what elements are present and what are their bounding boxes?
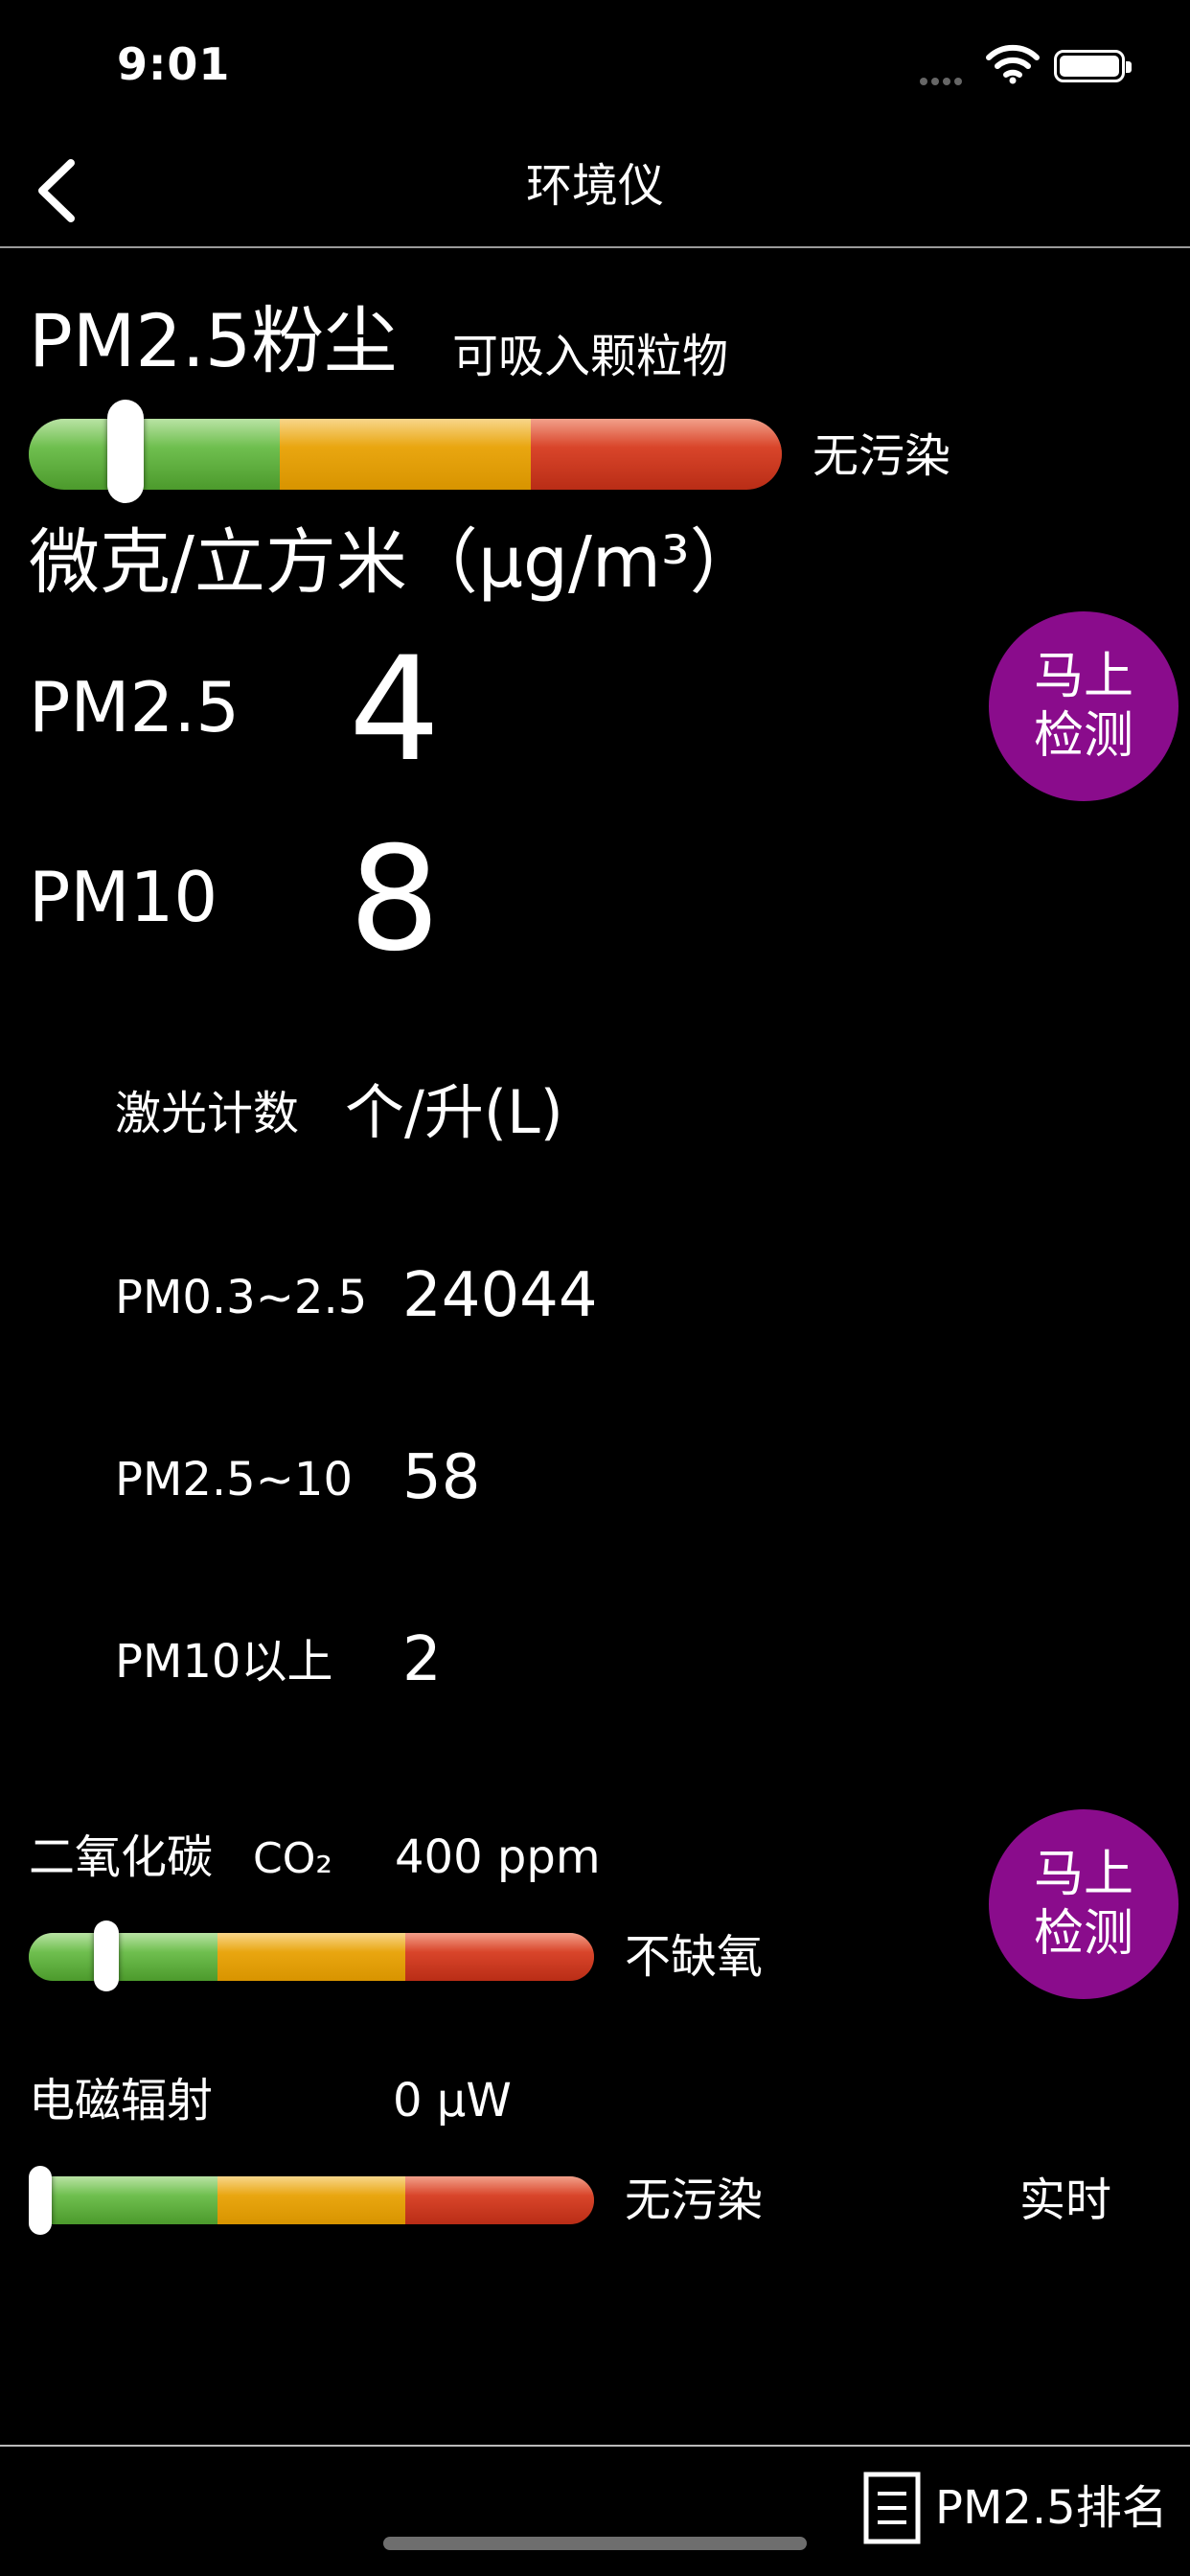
pm25-value: 4	[349, 627, 441, 794]
pm25-ranking-label: PM2.5排名	[935, 2481, 1168, 2535]
status-time: 9:01	[117, 38, 231, 90]
co2-title: 二氧化碳	[29, 1830, 214, 1884]
pm25-section-subtitle: 可吸入颗粒物	[452, 330, 729, 383]
cellular-signal-icon	[920, 71, 973, 85]
pm25-status: 无污染	[812, 429, 951, 483]
laser-count-label: 激光计数	[115, 1087, 300, 1140]
tab-bar-divider	[0, 2445, 1190, 2447]
pm25-section-title: PM2.5粉尘	[29, 298, 398, 383]
laser-count-unit: 个/升(L)	[345, 1077, 563, 1147]
page-title: 环境仪	[525, 159, 664, 213]
co2-gauge-thumb[interactable]	[93, 1920, 119, 1991]
laser-row-label: PM2.5~10	[115, 1453, 353, 1506]
home-indicator	[383, 2537, 807, 2550]
wifi-icon	[986, 44, 1040, 84]
laser-row-label: PM10以上	[115, 1635, 333, 1689]
co2-status: 不缺氧	[625, 1930, 764, 1984]
battery-icon	[1054, 50, 1132, 82]
co2-detect-now-button[interactable]: 马上检测	[989, 1809, 1179, 1999]
nav-divider	[0, 246, 1190, 248]
emr-title: 电磁辐射	[29, 2074, 214, 2128]
laser-row-value: 24044	[402, 1260, 598, 1331]
laser-row-value: 58	[402, 1442, 481, 1513]
co2-detect-now-label: 马上检测	[1033, 1846, 1133, 1963]
emr-gauge	[29, 2176, 594, 2224]
list-icon	[863, 2472, 921, 2544]
pm25-label: PM2.5	[29, 667, 240, 748]
pm10-value: 8	[349, 816, 441, 983]
pm25-gauge-thumb[interactable]	[107, 400, 145, 503]
unit-label: 微克/立方米（µg/m³）	[29, 521, 761, 604]
emr-mode-toggle[interactable]: 实时	[1019, 2177, 1111, 2223]
emr-value: 0 µW	[393, 2074, 512, 2128]
pm-detect-now-label: 马上检测	[1033, 648, 1133, 765]
pm25-ranking-tab[interactable]: PM2.5排名	[862, 2471, 1168, 2545]
laser-row-label: PM0.3~2.5	[115, 1271, 368, 1324]
co2-formula: CO₂	[253, 1834, 332, 1883]
pm10-label: PM10	[29, 857, 218, 937]
emr-gauge-thumb[interactable]	[29, 2166, 52, 2235]
pm-detect-now-button[interactable]: 马上检测	[989, 611, 1179, 801]
laser-row-value: 2	[402, 1624, 442, 1695]
co2-value: 400 ppm	[395, 1830, 601, 1884]
emr-status: 无污染	[625, 2174, 764, 2227]
